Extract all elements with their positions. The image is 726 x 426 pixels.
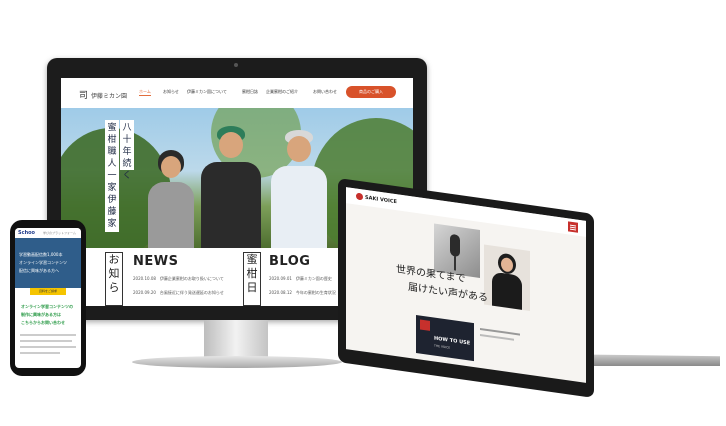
blog-item[interactable]: 2020.08.12 今年の蜜柑の生育状況	[269, 290, 336, 296]
text-line	[20, 352, 60, 354]
buy-button[interactable]: 商品のご購入	[346, 86, 396, 98]
laptop: SAKI VOICE 世界の果てまで 届けたい声がある HOW TO USE T…	[338, 178, 594, 398]
text-line	[20, 340, 72, 342]
phone-hero: 学習動画配信数1,000本 オンライン学習コンテンツ 配信に興味がある方へ	[15, 238, 81, 288]
video-thumbnail[interactable]: HOW TO USE THE VOICE	[416, 314, 474, 362]
nav-contact[interactable]: お問い合わせ	[313, 89, 337, 95]
laptop-logo[interactable]: SAKI VOICE	[356, 192, 397, 205]
phone-tagline: 学びのプラットフォーム	[43, 231, 76, 235]
nav-about[interactable]: 伊藤ミカン園について	[187, 89, 227, 95]
phone-logo[interactable]: Schoo	[18, 230, 35, 236]
green-text: こちらからお問い合わせ	[21, 320, 65, 325]
laptop-screen: SAKI VOICE 世界の果てまで 届けたい声がある HOW TO USE T…	[346, 187, 586, 383]
webcam	[234, 63, 238, 67]
monitor-stand-base	[132, 356, 342, 368]
blog-item[interactable]: 2020.09.01 伊藤ミカン園の歴史	[269, 276, 332, 282]
text-line	[20, 334, 76, 336]
person-man-young	[201, 126, 261, 248]
nav-diary[interactable]: 蜜柑日誌	[242, 89, 258, 95]
nav-corporate[interactable]: 企業蜜柑のご紹介	[266, 89, 298, 95]
green-text: オンライン学習コンテンツの	[21, 304, 73, 309]
nav-news[interactable]: お知らせ	[163, 89, 179, 95]
hero-line: 学習動画配信数1,000本	[19, 252, 63, 257]
monitor-stand-neck	[204, 320, 268, 358]
text-line	[20, 346, 76, 348]
news-item[interactable]: 2020.10.08 伊藤企業蜜柑のお取り扱いについて	[133, 276, 224, 282]
hero-title-2: 蜜柑職人一家 伊藤家	[105, 120, 119, 232]
speaker-photo	[484, 244, 530, 311]
hero-line: オンライン学習コンテンツ	[19, 260, 67, 265]
phone-screen: Schoo 学びのプラットフォーム 学習動画配信数1,000本 オンライン学習コ…	[15, 228, 81, 368]
logo-mark-icon	[356, 192, 363, 201]
site-logo[interactable]: 司伊藤ミカン園	[79, 88, 127, 101]
green-text: 制作に興味がある方は	[21, 312, 61, 317]
blog-heading: BLOG	[269, 254, 311, 269]
hero-line: 配信に興味がある方へ	[19, 268, 59, 273]
smartphone: Schoo 学びのプラットフォーム 学習動画配信数1,000本 オンライン学習コ…	[10, 220, 86, 376]
blog-vertical-heading: 蜜柑日	[243, 252, 261, 306]
text-line	[480, 333, 514, 341]
news-heading: NEWS	[133, 254, 179, 269]
site-header: 司伊藤ミカン園 ホーム お知らせ 伊藤ミカン園について 蜜柑日誌 企業蜜柑のご紹…	[61, 78, 413, 109]
news-vertical-heading: お知ら	[105, 252, 123, 306]
news-item[interactable]: 2020.09.20 台風接近に伴う発送遅延のお知らせ	[133, 290, 224, 296]
nav-home[interactable]: ホーム	[139, 89, 151, 96]
request-docs-button[interactable]: 資料をご請求	[30, 288, 66, 295]
hamburger-menu-icon[interactable]	[568, 221, 578, 233]
play-icon	[420, 319, 430, 331]
person-woman	[146, 148, 196, 248]
video-sub: THE VOICE	[434, 343, 451, 350]
person-man-elder	[271, 130, 327, 248]
hero-title-1: 八十年続く	[120, 120, 134, 181]
